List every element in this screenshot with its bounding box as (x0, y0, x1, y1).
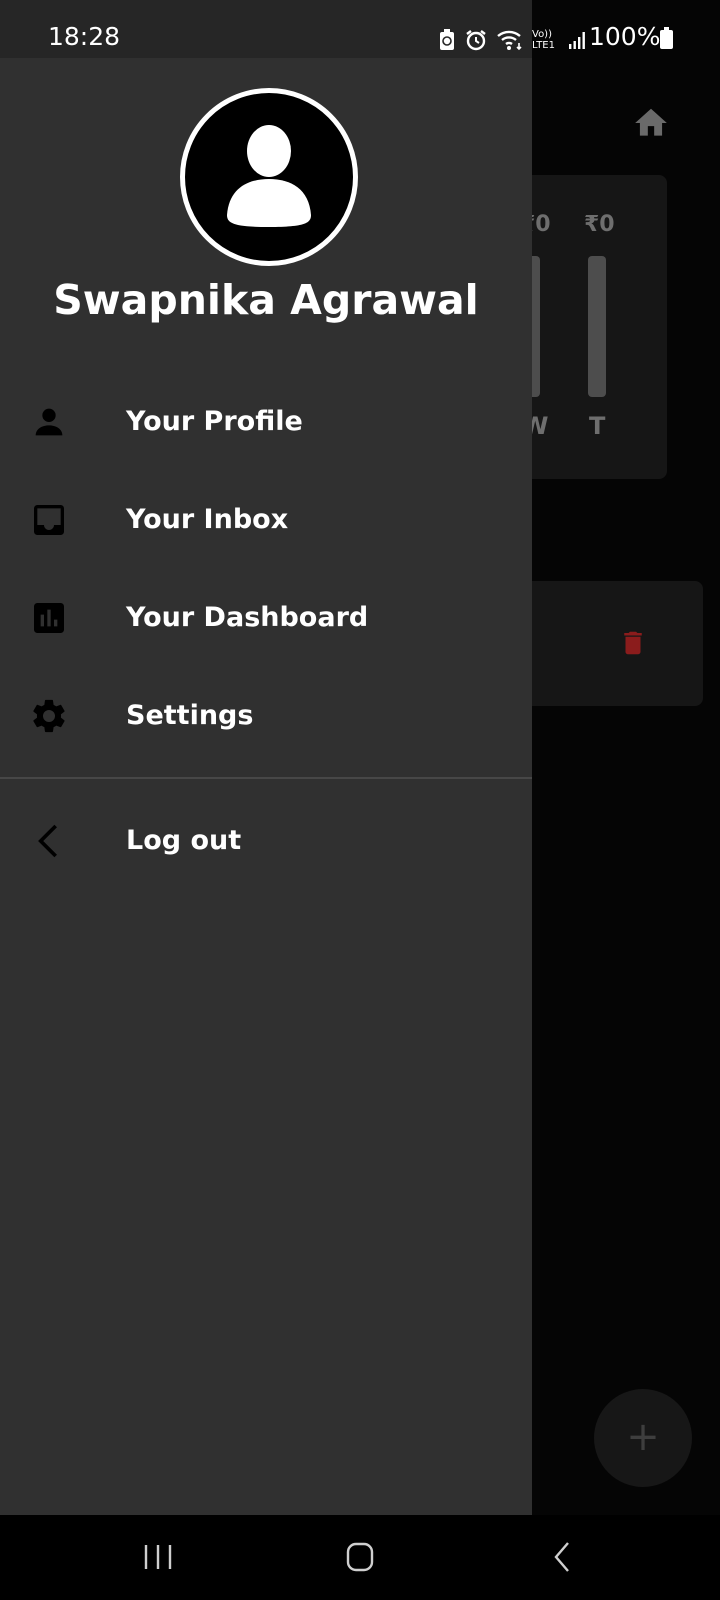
menu-item-settings[interactable]: Settings (0, 676, 532, 756)
home-button[interactable] (330, 1535, 390, 1579)
menu-item-label: Settings (126, 700, 254, 731)
bar-value: ₹0 (584, 212, 615, 237)
wifi-icon (497, 30, 522, 51)
chevron-left-icon (38, 824, 57, 858)
battery-percent: 100% (589, 22, 661, 51)
menu-item-label: Your Profile (126, 406, 303, 437)
divider (0, 777, 532, 779)
menu-item-inbox[interactable]: Your Inbox (0, 480, 532, 560)
home-icon[interactable] (632, 104, 670, 142)
status-bar: 18:28 Vo)) LTE1 100% (0, 0, 720, 58)
bar-chart-icon (34, 603, 64, 633)
add-button[interactable]: + (594, 1389, 692, 1487)
menu-item-label: Your Dashboard (126, 602, 369, 633)
day-label: T (589, 412, 606, 440)
recent-apps-button[interactable] (128, 1535, 188, 1579)
chart-bar (588, 256, 606, 397)
alarm-icon (466, 30, 486, 51)
battery-saver-icon (440, 29, 454, 50)
menu-item-label: Your Inbox (126, 504, 289, 535)
system-nav-bar (0, 1515, 720, 1600)
status-time: 18:28 (48, 22, 121, 51)
menu-item-label: Log out (126, 825, 242, 856)
back-button[interactable] (532, 1535, 592, 1579)
trash-icon[interactable] (618, 626, 648, 660)
signal-icon (569, 32, 585, 49)
battery-icon (660, 27, 673, 49)
menu-item-logout[interactable]: Log out (0, 801, 532, 881)
navigation-drawer: Swapnika Agrawal Your Profile Your Inbox… (0, 58, 532, 1515)
status-icons: Vo)) LTE1 (438, 26, 586, 54)
inbox-icon (34, 505, 64, 535)
menu-item-profile[interactable]: Your Profile (0, 382, 532, 462)
menu-item-dashboard[interactable]: Your Dashboard (0, 578, 532, 658)
network-type-label: Vo)) LTE1 (532, 29, 555, 51)
user-silhouette-icon (227, 125, 311, 227)
avatar[interactable] (180, 88, 358, 266)
user-name: Swapnika Agrawal (53, 276, 479, 324)
gear-icon (33, 699, 65, 733)
person-icon (35, 408, 63, 436)
plus-icon: + (626, 1414, 660, 1460)
